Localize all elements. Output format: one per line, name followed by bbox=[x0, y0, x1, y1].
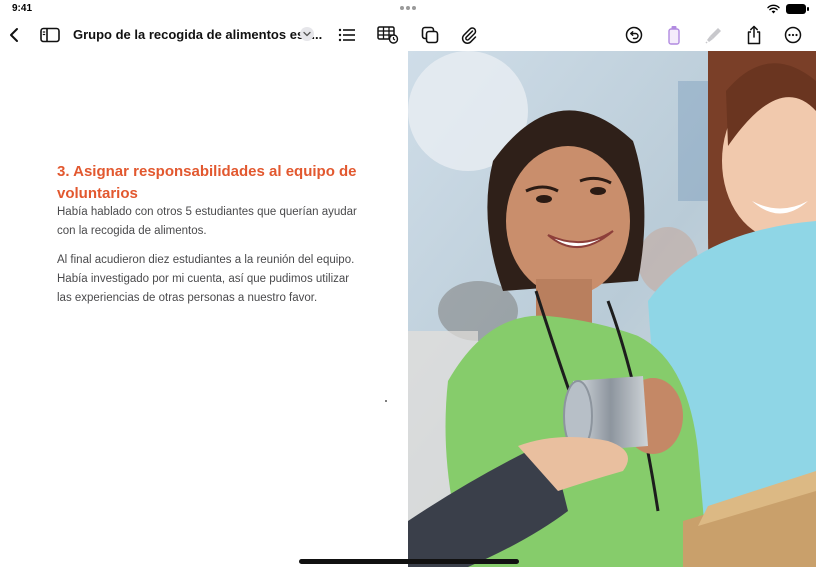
section-heading: 3. Asignar responsabilidades al equipo d… bbox=[57, 163, 357, 202]
title-menu-button[interactable] bbox=[300, 27, 314, 41]
undo-icon bbox=[625, 26, 643, 44]
cursor-dot bbox=[385, 400, 387, 402]
attachment-button[interactable] bbox=[456, 22, 482, 48]
multitasking-dots-icon[interactable] bbox=[400, 6, 416, 10]
table-icon bbox=[377, 26, 399, 44]
status-bar: 9:41 bbox=[0, 0, 816, 18]
volunteer-photo[interactable] bbox=[408, 51, 816, 567]
more-button[interactable] bbox=[780, 22, 806, 48]
back-button[interactable] bbox=[1, 22, 27, 48]
undo-button[interactable] bbox=[621, 22, 647, 48]
shapes-icon bbox=[421, 26, 439, 44]
paperclip-icon bbox=[461, 27, 477, 44]
paragraph-1: Había hablado con otros 5 estudiantes qu… bbox=[57, 206, 357, 237]
share-button[interactable] bbox=[741, 22, 767, 48]
home-indicator[interactable] bbox=[299, 559, 519, 564]
share-icon bbox=[747, 25, 761, 45]
list-button[interactable] bbox=[334, 22, 360, 48]
list-icon bbox=[338, 28, 355, 42]
sidebar-icon bbox=[40, 27, 60, 43]
shapes-button[interactable] bbox=[417, 22, 443, 48]
document-page-text[interactable]: 3. Asignar responsabilidades al equipo d… bbox=[0, 51, 408, 567]
table-button[interactable] bbox=[375, 22, 401, 48]
chevron-down-icon bbox=[303, 31, 311, 37]
highlighter-button[interactable] bbox=[661, 22, 687, 48]
chevron-left-icon bbox=[10, 28, 18, 42]
document-title[interactable]: Grupo de la recogida de alimentos esc... bbox=[73, 27, 322, 42]
pen-icon bbox=[705, 28, 721, 44]
toolbar: Grupo de la recogida de alimentos esc... bbox=[0, 18, 816, 51]
pen-button[interactable] bbox=[701, 22, 727, 48]
highlighter-icon bbox=[668, 26, 680, 45]
more-icon bbox=[784, 26, 802, 44]
status-indicators bbox=[767, 3, 809, 15]
status-time: 9:41 bbox=[12, 3, 33, 14]
wifi-icon bbox=[767, 4, 780, 14]
battery-icon bbox=[786, 4, 809, 14]
paragraph-2: Al final acudieron diez estudiantes a la… bbox=[57, 254, 355, 304]
sidebar-button[interactable] bbox=[37, 22, 63, 48]
